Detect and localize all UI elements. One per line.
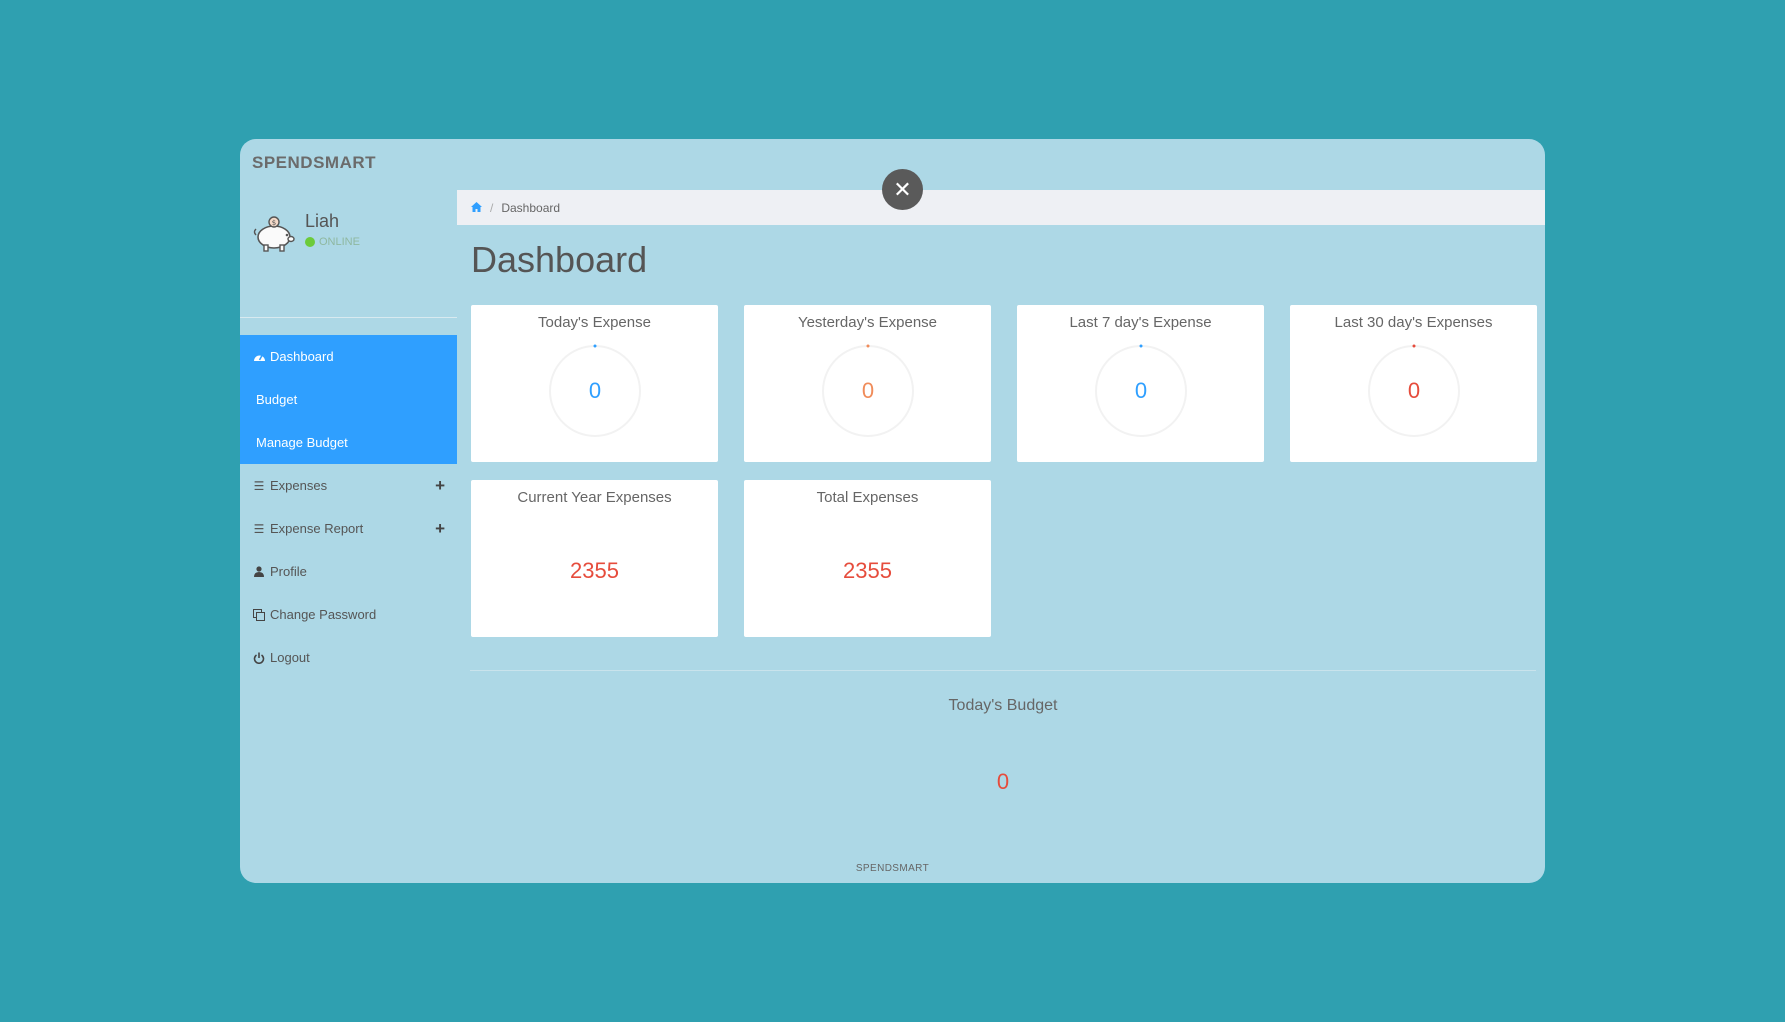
card-title: Total Expenses <box>816 489 919 506</box>
sidebar-item-budget[interactable]: Budget <box>240 378 457 421</box>
card-last-7-days-expense: Last 7 day's Expense 0 <box>1017 305 1264 462</box>
home-icon[interactable] <box>471 201 482 215</box>
active-menu-group: Dashboard Budget Manage Budget <box>240 335 457 464</box>
status-label: ONLINE <box>319 236 360 248</box>
sidebar-item-label: Manage Budget <box>256 435 348 450</box>
sidebar-item-label: Budget <box>256 392 298 407</box>
plus-icon[interactable]: + <box>435 519 445 539</box>
card-last-30-days-expenses: Last 30 day's Expenses 0 <box>1290 305 1537 462</box>
svg-text:$: $ <box>272 219 276 227</box>
bars-icon: ☰ <box>253 521 265 536</box>
todays-budget-value: 0 <box>996 769 1010 794</box>
online-dot-icon <box>305 237 315 247</box>
app-window: SPENDSMART ✕ $ Liah ONLINE Dashboard Bud… <box>240 139 1545 883</box>
sidebar-item-label: Expenses <box>270 478 328 493</box>
sidebar-item-label: Logout <box>270 650 310 665</box>
card-value: 0 <box>588 378 602 403</box>
breadcrumb: / Dashboard <box>457 190 1545 225</box>
page-title: Dashboard <box>471 239 648 280</box>
card-total-expenses: Total Expenses 2355 <box>744 480 991 637</box>
tachometer-icon <box>252 351 266 362</box>
sidebar-item-label: Expense Report <box>270 521 364 536</box>
brand-logo[interactable]: SPENDSMART <box>252 153 376 173</box>
card-title: Last 7 day's Expense <box>1069 314 1212 331</box>
card-yesterdays-expense: Yesterday's Expense 0 <box>744 305 991 462</box>
user-status: ONLINE <box>305 236 360 248</box>
piggy-bank-avatar: $ <box>253 216 295 252</box>
card-value: 2355 <box>570 558 619 583</box>
card-value: 0 <box>1407 378 1421 403</box>
sidebar-divider <box>240 317 457 318</box>
sidebar-menu: Dashboard Budget Manage Budget ☰ Expense… <box>240 335 457 679</box>
card-value: 0 <box>1134 378 1148 403</box>
breadcrumb-current: Dashboard <box>501 200 561 215</box>
sidebar-item-change-password[interactable]: Change Password <box>240 593 457 636</box>
footer-text: SPENDSMART <box>855 863 930 874</box>
breadcrumb-separator: / <box>490 200 494 215</box>
sidebar-item-expense-report[interactable]: ☰ Expense Report + <box>240 507 457 550</box>
plus-icon[interactable]: + <box>435 476 445 496</box>
sidebar: $ Liah ONLINE Dashboard Budget Manage Bu… <box>240 189 457 883</box>
bars-icon: ☰ <box>253 478 265 493</box>
todays-budget-title: Today's Budget <box>948 697 1058 714</box>
card-value: 0 <box>861 378 875 403</box>
user-name: Liah <box>305 211 340 231</box>
sidebar-item-manage-budget[interactable]: Manage Budget <box>240 421 457 464</box>
card-title: Current Year Expenses <box>517 489 672 506</box>
sidebar-item-expenses[interactable]: ☰ Expenses + <box>240 464 457 507</box>
card-current-year-expenses: Current Year Expenses 2355 <box>471 480 718 637</box>
power-icon <box>252 652 266 664</box>
sidebar-item-label: Dashboard <box>270 349 334 364</box>
close-icon[interactable]: ✕ <box>882 169 923 210</box>
sidebar-item-profile[interactable]: Profile <box>240 550 457 593</box>
sidebar-item-logout[interactable]: Logout <box>240 636 457 679</box>
section-divider <box>470 670 1536 671</box>
card-title: Today's Expense <box>538 314 651 331</box>
sidebar-item-label: Profile <box>270 564 307 579</box>
user-icon <box>252 566 266 577</box>
copy-icon <box>252 608 266 621</box>
card-todays-expense: Today's Expense 0 <box>471 305 718 462</box>
card-title: Last 30 day's Expenses <box>1334 314 1493 331</box>
card-value: 2355 <box>843 558 892 583</box>
user-panel: $ Liah ONLINE <box>252 209 457 265</box>
sidebar-item-dashboard[interactable]: Dashboard <box>240 335 457 378</box>
sidebar-item-label: Change Password <box>270 607 377 622</box>
card-title: Yesterday's Expense <box>797 314 938 331</box>
